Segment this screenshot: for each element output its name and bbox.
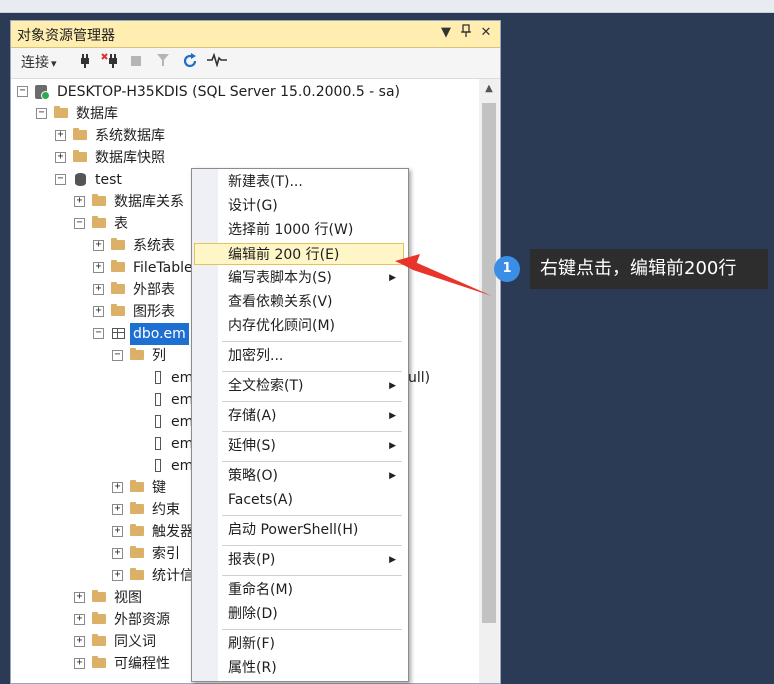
step-badge: 1: [494, 256, 520, 282]
annotation-arrow: [395, 254, 492, 296]
annotation-callout: 右键点击，编辑前200行: [530, 249, 768, 289]
